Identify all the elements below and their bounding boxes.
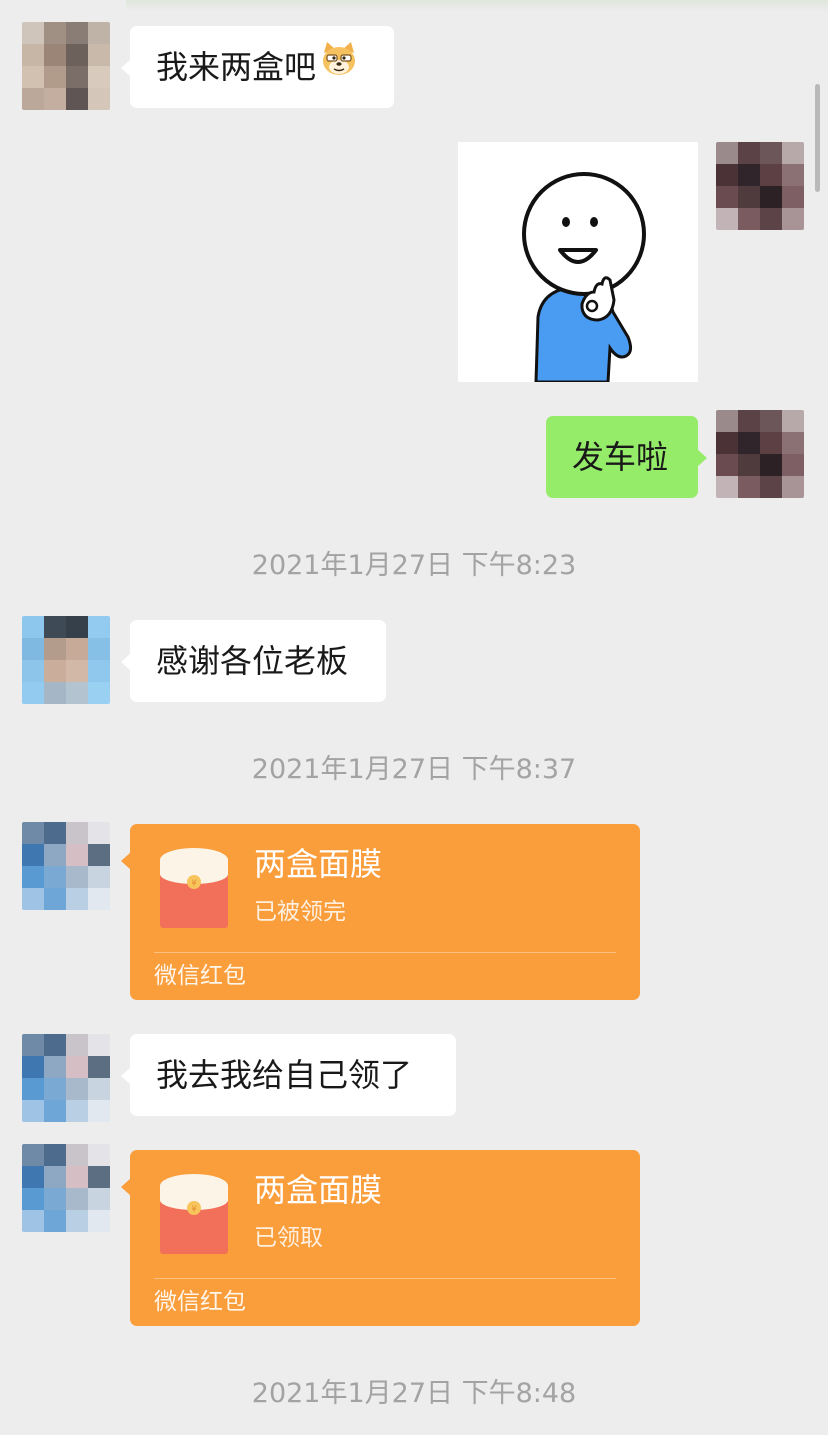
timestamp: 2021年1月27日 下午8:48 — [251, 1378, 577, 1409]
top-edge — [126, 0, 828, 12]
message-bubble[interactable]: 我去我给自己领了 — [121, 1034, 456, 1116]
avatar-blue-mosaic[interactable] — [22, 1144, 110, 1232]
avatar-beige[interactable] — [22, 22, 110, 110]
red-packet-title: 两盒面膜 — [254, 845, 383, 883]
message-text: 感谢各位老板 — [156, 642, 349, 680]
message-text: 我去我给自己领了 — [156, 1056, 413, 1094]
red-packet-title: 两盒面膜 — [254, 1171, 383, 1209]
timestamp: 2021年1月27日 下午8:23 — [251, 550, 577, 581]
red-packet-icon: ¥ — [160, 848, 228, 928]
avatar-blue-mosaic[interactable] — [22, 822, 110, 910]
red-packet-footer: 微信红包 — [154, 1289, 246, 1315]
message-bubble-outgoing[interactable]: 发车啦 — [546, 416, 707, 498]
avatar-blue-face[interactable] — [22, 616, 110, 704]
svg-text:¥: ¥ — [191, 1205, 196, 1214]
svg-text:¥: ¥ — [191, 879, 196, 888]
avatar-dark[interactable] — [716, 410, 804, 498]
scrollbar[interactable] — [815, 84, 820, 192]
red-packet-status: 已被领完 — [254, 899, 346, 925]
divider — [154, 1278, 616, 1279]
message-text: 我来两盒吧 — [156, 48, 317, 86]
divider — [154, 952, 616, 953]
ok-hand-sticker[interactable] — [458, 142, 698, 384]
red-packet-message[interactable]: ¥ 两盒面膜 已被领完 微信红包 — [121, 824, 640, 1000]
message-text: 发车啦 — [572, 438, 669, 476]
red-packet-icon: ¥ — [160, 1174, 228, 1254]
avatar-blue-mosaic[interactable] — [22, 1034, 110, 1122]
red-packet-message[interactable]: ¥ 两盒面膜 已领取 微信红包 — [121, 1150, 640, 1326]
doge-emoji-icon — [320, 26, 358, 108]
message-bubble[interactable]: 我来两盒吧 — [121, 26, 394, 108]
timestamp: 2021年1月27日 下午8:37 — [251, 754, 577, 785]
avatar-dark[interactable] — [716, 142, 804, 230]
red-packet-status: 已领取 — [254, 1225, 323, 1251]
red-packet-footer: 微信红包 — [154, 963, 246, 989]
message-bubble[interactable]: 感谢各位老板 — [121, 620, 386, 702]
